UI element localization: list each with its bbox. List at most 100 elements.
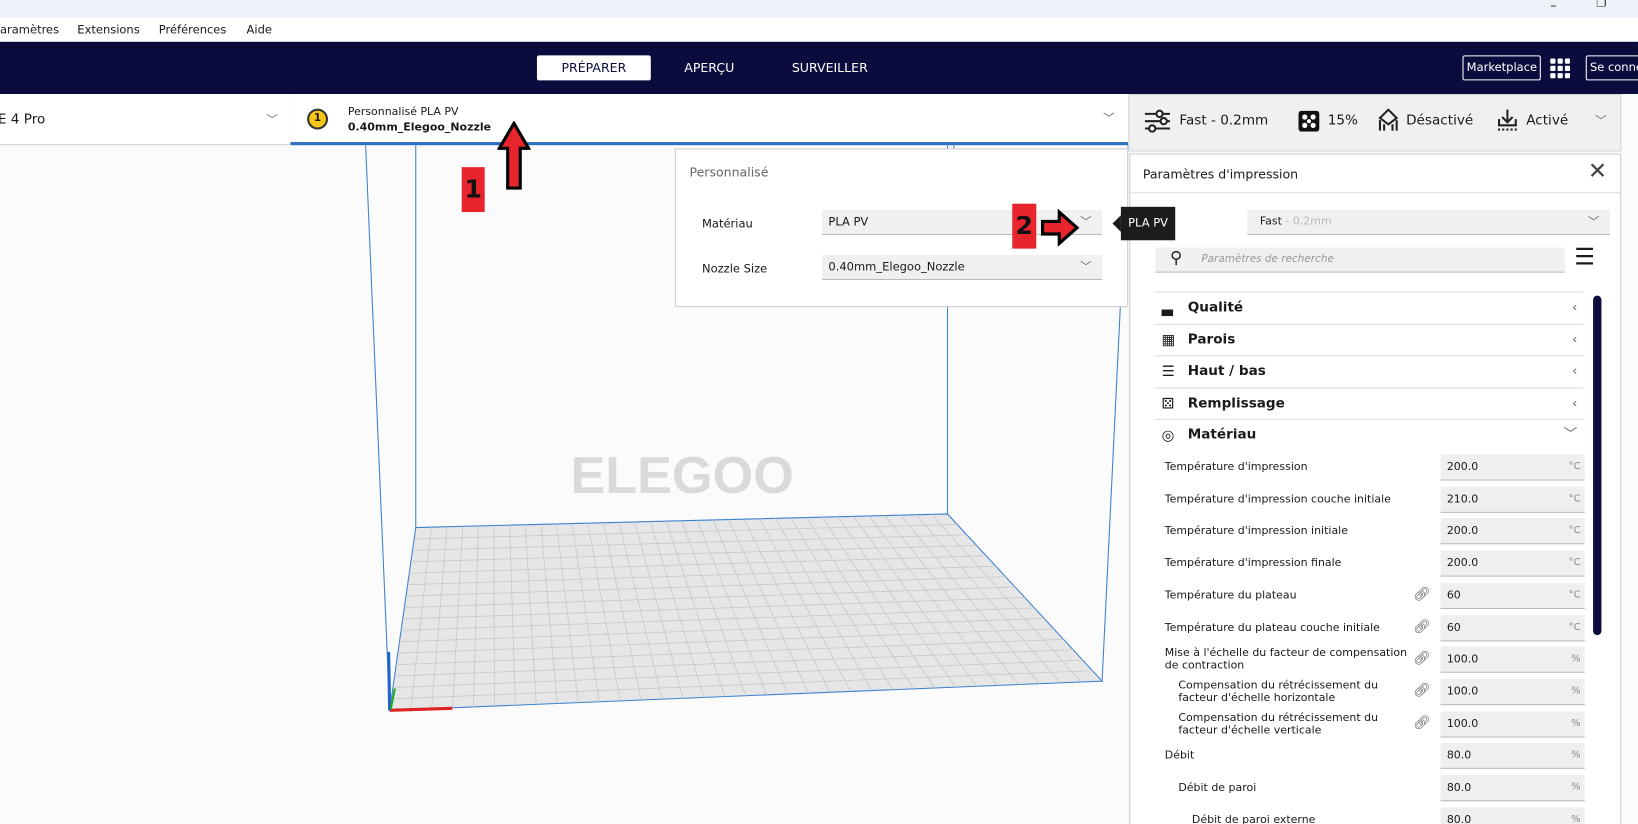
tab-apercu[interactable]: APERÇU bbox=[670, 55, 749, 80]
category-label: Haut / bas bbox=[1187, 363, 1266, 380]
chevron-down-icon: ﹀ bbox=[1080, 260, 1092, 274]
setting-label: Température d'impression couche initiale bbox=[1164, 492, 1391, 506]
profile-label: Fast - 0.2mm bbox=[1179, 112, 1269, 129]
tab-surveiller[interactable]: SURVEILLER bbox=[777, 55, 882, 80]
menu-parametres[interactable]: aramètres bbox=[0, 23, 59, 37]
setting-unit: °C bbox=[1568, 524, 1581, 537]
setting-label: Compensation du rétrécissement du facteu… bbox=[1178, 710, 1379, 737]
adhesion-label: Activé bbox=[1526, 112, 1569, 129]
setting-row: Température d'impression couche initiale… bbox=[1165, 483, 1585, 514]
setting-row: Température du plateau 🔗︎ 60 °C bbox=[1165, 580, 1585, 611]
material-icon: ◎ bbox=[1161, 427, 1175, 444]
setting-input[interactable]: 200.0 °C bbox=[1440, 454, 1585, 481]
category-label: Parois bbox=[1187, 332, 1236, 348]
setting-value: 80.0 bbox=[1446, 813, 1472, 824]
chevron-down-icon: ﹀ bbox=[1595, 113, 1607, 128]
setting-unit: % bbox=[1571, 749, 1581, 761]
setting-row: Température d'impression initiale 200.0 °C bbox=[1165, 515, 1585, 546]
print-settings-panel: Paramètres d'impression ✕ Fast - 0.2mm ﹀ … bbox=[1129, 153, 1622, 824]
setting-value: 100.0 bbox=[1446, 653, 1479, 666]
setting-value: 80.0 bbox=[1446, 781, 1472, 794]
title-bar: – ❐ bbox=[0, 0, 1638, 18]
setting-input[interactable]: 100.0% bbox=[1440, 710, 1585, 738]
setting-row: Température du plateau couche initiale 🔗︎… bbox=[1165, 612, 1585, 643]
chevron-left-icon: ‹ bbox=[1571, 332, 1578, 348]
setting-value: 100.0 bbox=[1446, 717, 1479, 730]
menu-aide[interactable]: Aide bbox=[247, 23, 272, 37]
scrollbar[interactable] bbox=[1593, 295, 1602, 636]
panel-title: Paramètres d'impression bbox=[1142, 167, 1299, 182]
tab-preparer[interactable]: PRÉPARER bbox=[536, 55, 651, 81]
setting-value: 60 bbox=[1446, 621, 1461, 634]
profile-name: Fast bbox=[1259, 215, 1282, 228]
extruder-badge: 1 bbox=[307, 108, 329, 130]
chevron-down-icon: ﹀ bbox=[1587, 215, 1600, 229]
category-haut-bas[interactable]: ☰ Haut / bas ‹ bbox=[1155, 355, 1584, 387]
profile-suffix: - 0.2mm bbox=[1281, 215, 1332, 228]
setting-input[interactable]: 80.0% bbox=[1440, 775, 1585, 802]
nozzle-value: 0.40mm_Elegoo_Nozzle bbox=[828, 260, 965, 274]
category-parois[interactable]: ▦ Parois ‹ bbox=[1155, 323, 1584, 356]
nozzle-dropdown[interactable]: 0.40mm_Elegoo_Nozzle ﹀ bbox=[822, 254, 1103, 280]
link-icon[interactable]: 🔗︎ bbox=[1413, 587, 1430, 603]
link-icon[interactable]: 🔗︎ bbox=[1413, 651, 1430, 667]
restore-icon[interactable]: ❐ bbox=[1596, 0, 1606, 9]
infill-icon: ⚄ bbox=[1161, 395, 1175, 413]
annotation-1: 1 bbox=[461, 167, 485, 213]
setting-input[interactable]: 100.0% bbox=[1440, 646, 1585, 673]
chevron-down-icon: ﹀ bbox=[1080, 215, 1092, 229]
setting-row: Compensation du rétrécissement du facteu… bbox=[1165, 708, 1585, 739]
setting-input[interactable]: 80.0% bbox=[1440, 743, 1585, 770]
material-tooltip: PLA PV bbox=[1112, 206, 1176, 241]
setting-value: 80.0 bbox=[1446, 749, 1472, 762]
setting-input[interactable]: 210.0 °C bbox=[1440, 486, 1585, 513]
setting-row: Température d'impression 200.0 °C bbox=[1165, 451, 1585, 482]
setting-value: 100.0 bbox=[1446, 685, 1479, 698]
annotation-up-arrow-icon bbox=[497, 121, 531, 190]
search-placeholder: Paramètres de recherche bbox=[1201, 253, 1334, 266]
setting-input[interactable]: 60 °C bbox=[1440, 614, 1585, 641]
setting-unit: °C bbox=[1568, 492, 1581, 505]
sign-in-button[interactable]: Se connecter bbox=[1585, 55, 1638, 81]
menu-extensions[interactable]: Extensions bbox=[77, 23, 139, 37]
setting-row: Compensation du rétrécissement du facteu… bbox=[1165, 676, 1585, 707]
minimize-icon[interactable]: – bbox=[1550, 0, 1556, 13]
popup-title: Personnalisé bbox=[689, 165, 769, 180]
chevron-down-icon: ﹀ bbox=[1103, 111, 1115, 126]
setting-label: Mise à l'échelle du facteur de compensat… bbox=[1164, 646, 1408, 672]
material-selector[interactable]: 1 Personnalisé PLA PV 0.40mm_Elegoo_Nozz… bbox=[290, 94, 1129, 146]
setting-row: Débit 80.0% bbox=[1165, 740, 1585, 771]
setting-label: Débit de paroi bbox=[1178, 781, 1257, 794]
search-settings-input[interactable]: ⚲ Paramètres de recherche bbox=[1155, 247, 1565, 273]
link-icon[interactable]: 🔗︎ bbox=[1413, 683, 1430, 699]
category-remplissage[interactable]: ⚄ Remplissage ‹ bbox=[1155, 387, 1584, 420]
print-settings-bar[interactable]: Fast - 0.2mm 15% Désactivé Activé ﹀ bbox=[1128, 94, 1622, 152]
setting-input[interactable]: 60 °C bbox=[1440, 582, 1585, 609]
apps-grid-icon[interactable] bbox=[1549, 57, 1571, 79]
setting-input[interactable]: 80.0% bbox=[1440, 807, 1585, 824]
chevron-left-icon: ‹ bbox=[1571, 299, 1578, 316]
printer-selector[interactable]: E 4 Pro ﹀ bbox=[0, 94, 290, 146]
category-materiau[interactable]: ◎ Matériau ﹀ bbox=[1155, 418, 1584, 451]
divider bbox=[1130, 192, 1621, 194]
setting-unit: % bbox=[1571, 781, 1581, 793]
setting-input[interactable]: 200.0 °C bbox=[1440, 518, 1585, 545]
marketplace-button[interactable]: Marketplace bbox=[1462, 55, 1542, 81]
setting-label: Température du plateau couche initiale bbox=[1164, 621, 1380, 634]
setting-value: 60 bbox=[1446, 588, 1461, 602]
menu-icon[interactable]: ☰ bbox=[1574, 244, 1595, 270]
setting-value: 210.0 bbox=[1446, 492, 1479, 506]
menu-preferences[interactable]: Préférences bbox=[159, 23, 227, 37]
support-label: Désactivé bbox=[1406, 112, 1474, 129]
category-qualite[interactable]: ▃ Qualité ‹ bbox=[1155, 291, 1584, 323]
setting-input[interactable]: 200.0 °C bbox=[1440, 550, 1585, 577]
link-icon[interactable]: 🔗︎ bbox=[1413, 715, 1430, 731]
infill-label: 15% bbox=[1327, 112, 1358, 129]
chevron-down-icon: ﹀ bbox=[266, 112, 278, 127]
link-icon[interactable]: 🔗︎ bbox=[1413, 619, 1430, 635]
close-icon[interactable]: ✕ bbox=[1588, 159, 1607, 185]
nozzle-label: Nozzle Size bbox=[701, 262, 768, 276]
z-axis-indicator bbox=[387, 651, 392, 711]
profile-dropdown[interactable]: Fast - 0.2mm ﹀ bbox=[1247, 209, 1610, 236]
setting-input[interactable]: 100.0% bbox=[1440, 678, 1585, 706]
